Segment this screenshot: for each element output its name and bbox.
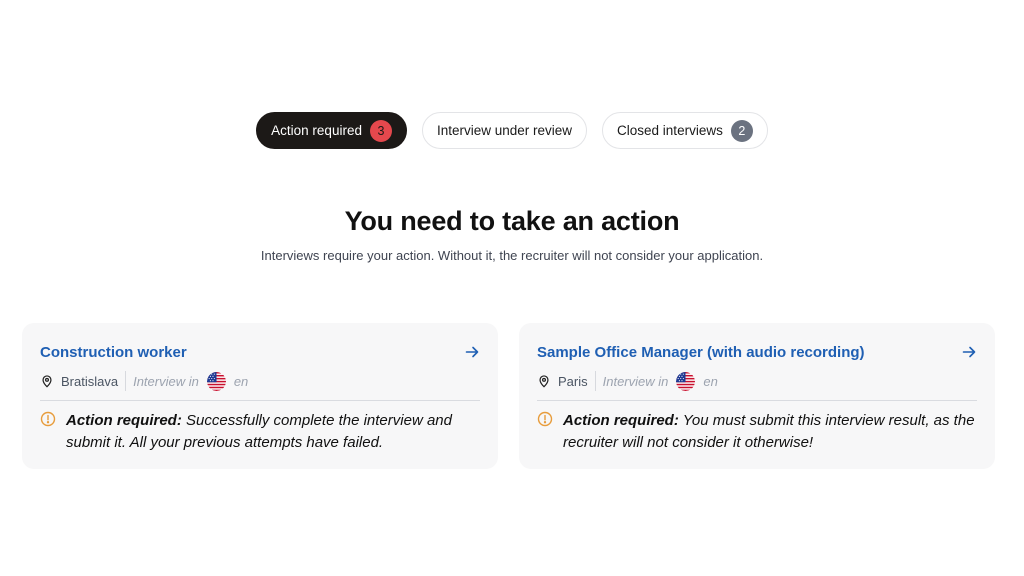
interview-language: en: [233, 373, 249, 389]
us-flag-icon: [676, 371, 696, 391]
us-flag-icon: [206, 371, 226, 391]
interview-language-label: Interview in: [602, 373, 669, 389]
job-title[interactable]: Construction worker: [40, 344, 187, 361]
tab-interview-under-review[interactable]: Interview under review: [421, 112, 588, 149]
meta-divider: [125, 371, 127, 391]
page-subtitle: Interviews require your action. Without …: [260, 248, 764, 263]
card-divider: [40, 400, 480, 401]
count-badge: 2: [730, 119, 753, 142]
location-city: Bratislava: [61, 373, 119, 389]
alert-message: Action required: Successfully complete t…: [66, 410, 480, 453]
card-meta: Bratislava Interview in en: [40, 371, 480, 391]
arrow-right-icon[interactable]: [464, 344, 480, 360]
card-divider: [537, 400, 977, 401]
interview-card[interactable]: Sample Office Manager (with audio record…: [519, 323, 995, 469]
status-tabs: Action required 3 Interview under review…: [0, 112, 1024, 149]
page-title: You need to take an action: [344, 206, 680, 236]
alert-message: Action required: You must submit this in…: [563, 410, 977, 453]
arrow-right-icon[interactable]: [961, 344, 977, 360]
location-city: Paris: [558, 373, 588, 389]
tab-label: Action required: [271, 123, 362, 138]
interview-language-label: Interview in: [133, 373, 199, 389]
alert-label: Action required:: [563, 412, 679, 429]
interview-card[interactable]: Construction worker Bratislava Interview…: [22, 323, 498, 469]
meta-divider: [594, 371, 596, 391]
tab-label: Closed interviews: [617, 123, 723, 138]
count-badge: 3: [369, 119, 392, 142]
action-alert: Action required: Successfully complete t…: [40, 410, 480, 453]
interview-cards: Construction worker Bratislava Interview…: [22, 323, 995, 469]
card-meta: Paris Interview in en: [537, 371, 977, 391]
job-title[interactable]: Sample Office Manager (with audio record…: [537, 344, 865, 361]
map-pin-icon: [42, 375, 52, 388]
action-alert: Action required: You must submit this in…: [537, 410, 977, 453]
card-header: Construction worker: [40, 343, 480, 361]
tab-label: Interview under review: [436, 123, 573, 138]
interview-language: en: [703, 373, 718, 389]
map-pin-icon: [539, 375, 549, 388]
tab-closed-interviews[interactable]: Closed interviews 2: [602, 112, 768, 149]
card-header: Sample Office Manager (with audio record…: [537, 343, 977, 361]
warning-circle-icon: [40, 411, 56, 427]
tab-action-required[interactable]: Action required 3: [256, 112, 407, 149]
alert-label: Action required:: [66, 412, 182, 429]
warning-circle-icon: [537, 411, 553, 427]
